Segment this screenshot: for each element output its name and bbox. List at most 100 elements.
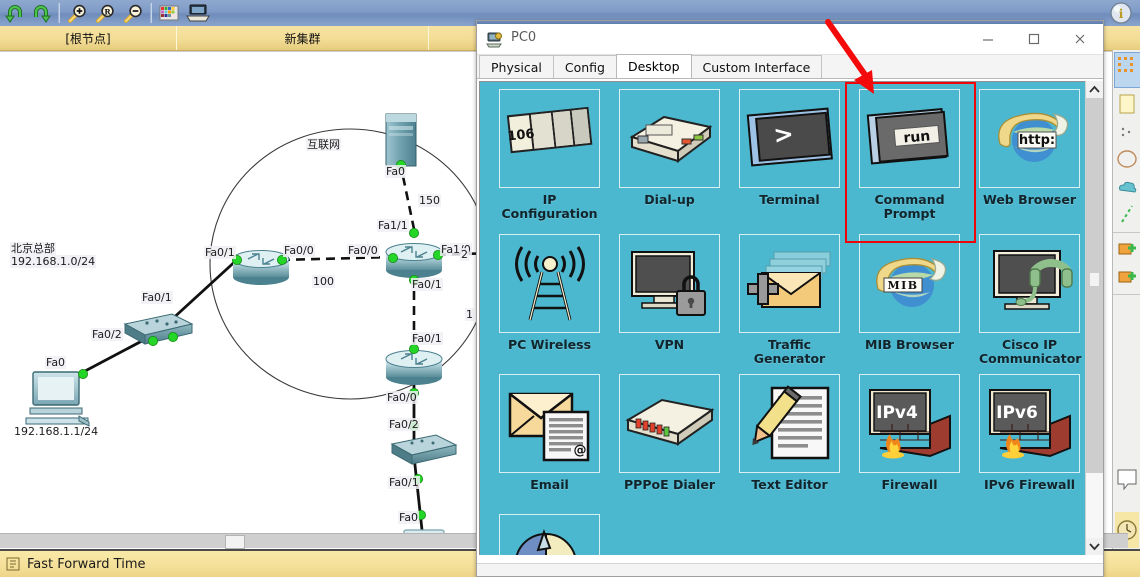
- pc0-titlebar[interactable]: PC0: [477, 21, 1103, 55]
- app-terminal[interactable]: > Terminal: [739, 89, 840, 207]
- site-label-line1: 北京总部: [10, 242, 56, 255]
- pc0-window[interactable]: PC0 Physical Config Desktop Custom Inter…: [476, 20, 1104, 577]
- scroll-down-icon[interactable]: [1086, 538, 1103, 555]
- app-ipv6-firewall[interactable]: IPv6 IPv6 Firewall: [979, 374, 1080, 492]
- device-palette-strip[interactable]: [1112, 50, 1140, 549]
- pc0-tabbar[interactable]: Physical Config Desktop Custom Interface: [477, 54, 1103, 79]
- port-left-fa0-1: Fa0/1: [204, 246, 236, 259]
- app-label: Cisco IP Communicator: [979, 337, 1082, 366]
- app-mib-browser[interactable]: MIB MIB Browser: [859, 234, 960, 352]
- app-pppoe-dialer[interactable]: PPPoE Dialer: [619, 374, 720, 492]
- header-root-node[interactable]: [根节点]: [0, 26, 177, 50]
- antenna-icon: [499, 234, 600, 333]
- ip-config-icon: 106: [499, 89, 600, 188]
- web-browser-badge: http:: [1018, 133, 1054, 148]
- traffic-generator-icon: [739, 234, 840, 333]
- app-label: IP Configuration: [501, 192, 598, 221]
- app-dial-up[interactable]: Dial-up: [619, 89, 720, 207]
- text-editor-icon: [739, 374, 840, 473]
- close-icon[interactable]: [1057, 25, 1103, 52]
- command-prompt-icon: run: [859, 89, 960, 188]
- modem-icon: [619, 89, 720, 188]
- port-swleft-fa0-1: Fa0/1: [141, 291, 173, 304]
- switch-left: [123, 313, 194, 345]
- app-label: Email: [530, 477, 569, 492]
- desktop-scroll-grip: [1090, 273, 1099, 286]
- link-status-dots: [78, 160, 443, 520]
- header-new-cluster[interactable]: 新集群: [177, 26, 429, 50]
- ip-communicator-icon: [979, 234, 1080, 333]
- port-center-fa0-0: Fa0/0: [347, 244, 379, 257]
- palette-selected-cell[interactable]: [1114, 52, 1140, 88]
- palette-dashed-line-icon[interactable]: [1115, 202, 1139, 228]
- app-traffic-generator[interactable]: Traffic Generator: [739, 234, 840, 366]
- port-bottom-fa0-1: Fa0/1: [411, 332, 443, 345]
- port-left-fa0-0: Fa0/0: [283, 244, 315, 257]
- app-email[interactable]: @ Email: [499, 374, 600, 492]
- status-clock-icon: [6, 557, 20, 571]
- tab-config[interactable]: Config: [552, 55, 617, 78]
- port-swbottom-fa0-1: Fa0/1: [388, 476, 420, 489]
- app-label: Web Browser: [982, 192, 1077, 207]
- tab-physical[interactable]: Physical: [479, 55, 554, 78]
- info-icon[interactable]: i: [1108, 1, 1134, 25]
- app-pie-chart[interactable]: [499, 514, 600, 555]
- app-label: PC Wireless: [507, 337, 592, 352]
- cost-1-partial: 1: [465, 308, 474, 321]
- ipv6-firewall-badge: IPv6: [996, 403, 1038, 423]
- app-web-browser[interactable]: http: Web Browser: [979, 89, 1080, 207]
- switch-bottom: [390, 434, 458, 465]
- firewall-badge: IPv4: [876, 403, 918, 423]
- maximize-icon[interactable]: [1011, 25, 1057, 52]
- zoom-in-icon[interactable]: [66, 3, 88, 23]
- web-browser-icon: http:: [979, 89, 1080, 188]
- tab-desktop[interactable]: Desktop: [615, 54, 692, 78]
- ip-config-badge: 106: [506, 126, 535, 144]
- app-cisco-ip-communicator[interactable]: Cisco IP Communicator: [979, 234, 1082, 366]
- zoom-reset-icon[interactable]: R: [94, 3, 116, 23]
- info-letter: i: [1119, 7, 1124, 21]
- palette-add-pdu-icon[interactable]: [1115, 236, 1139, 262]
- zoom-out-icon[interactable]: [122, 3, 144, 23]
- palette-dots-icon[interactable]: [1115, 120, 1139, 146]
- palette-cloud-icon[interactable]: [1115, 174, 1139, 200]
- email-badge: @: [573, 443, 586, 458]
- palette-divider-1: [1113, 232, 1140, 233]
- redo-icon[interactable]: [30, 3, 52, 23]
- port-center-fa1-1: Fa1/1: [377, 219, 409, 232]
- desktop-vscrollbar[interactable]: [1085, 81, 1103, 555]
- palette-speech-icon[interactable]: [1115, 450, 1139, 510]
- cost-150: 150: [418, 194, 441, 207]
- status-text: Fast Forward Time: [27, 556, 146, 572]
- device-icon[interactable]: [184, 3, 212, 23]
- canvas-hscroll-thumb[interactable]: [225, 535, 245, 549]
- app-firewall[interactable]: IPv4 Firewall: [859, 374, 960, 492]
- app-ip-configuration[interactable]: 106 IP Configuration: [499, 89, 600, 221]
- palette-ellipse-icon[interactable]: [1115, 146, 1139, 172]
- tab-custom-interface[interactable]: Custom Interface: [690, 55, 823, 78]
- minimize-icon[interactable]: [965, 25, 1011, 52]
- app-label: Dial-up: [644, 192, 695, 207]
- titlebar-accent: [477, 21, 1103, 24]
- app-command-prompt[interactable]: run Command Prompt: [859, 89, 960, 221]
- undo-icon[interactable]: [4, 3, 26, 23]
- app-vpn[interactable]: VPN: [619, 234, 720, 352]
- terminal-icon: >: [739, 89, 840, 188]
- app-label: Traffic Generator: [753, 337, 826, 366]
- pc-ip-label: 192.168.1.1/24: [14, 425, 99, 438]
- port-bottom-fa0-0: Fa0/0: [386, 391, 418, 404]
- app-label: MIB Browser: [865, 337, 954, 352]
- scroll-up-icon[interactable]: [1086, 81, 1103, 98]
- palette-add-complex-pdu-icon[interactable]: [1115, 264, 1139, 290]
- app-label: Firewall: [881, 477, 938, 492]
- pc0-window-title: PC0: [511, 30, 537, 45]
- app-text-editor[interactable]: Text Editor: [739, 374, 840, 492]
- email-icon: @: [499, 374, 600, 473]
- app-pc-wireless[interactable]: PC Wireless: [499, 234, 600, 352]
- palette-icon[interactable]: [158, 3, 180, 23]
- app-label: Text Editor: [751, 477, 828, 492]
- svg-text:R: R: [104, 7, 111, 16]
- palette-note-icon[interactable]: [1115, 92, 1139, 118]
- cost-100: 100: [312, 275, 335, 288]
- desktop-app-grid[interactable]: 106 IP Configuration Dial-up > Terminal …: [479, 81, 1103, 555]
